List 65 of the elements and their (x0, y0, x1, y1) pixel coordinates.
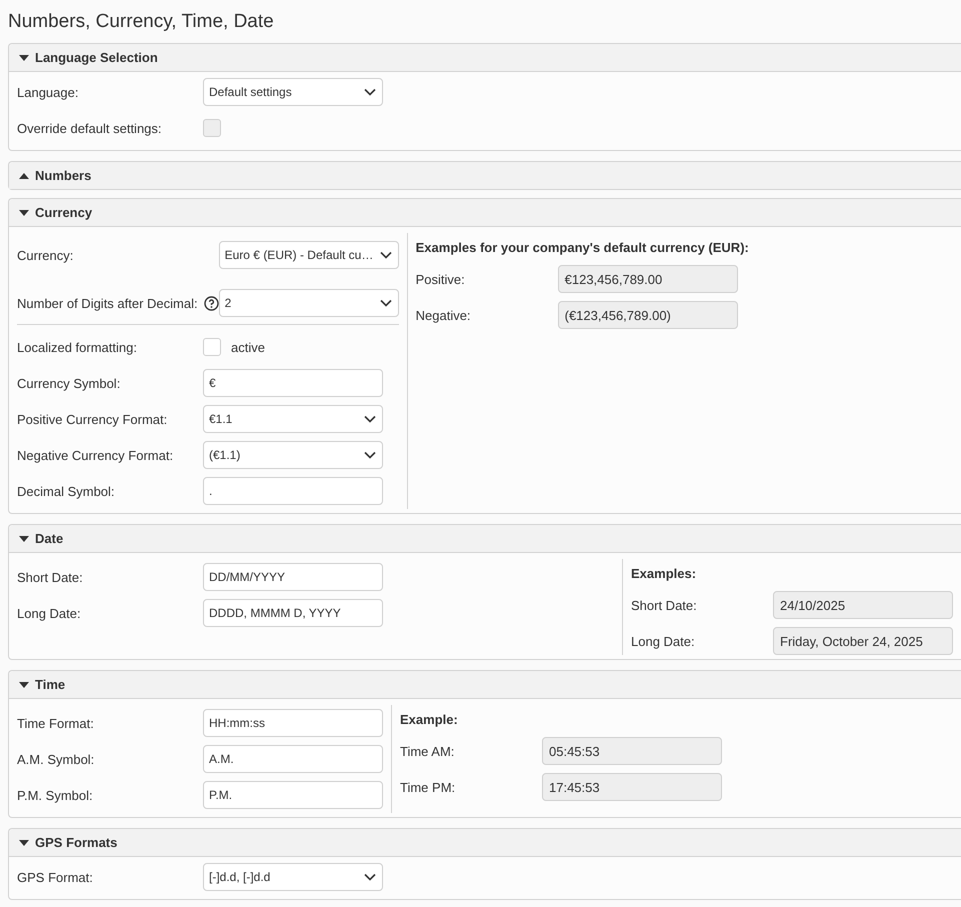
field-label: GPS Format: (17, 870, 93, 884)
readonly-field: Friday, October 24, 2025 (773, 627, 953, 655)
input-field[interactable]: € (203, 369, 383, 397)
input-field[interactable]: HH:mm:ss (203, 709, 383, 737)
field-label: Localized formatting: (17, 340, 137, 354)
input-field[interactable]: A.M. (203, 745, 383, 773)
chevron-down-icon (364, 88, 376, 96)
field-label: Positive Currency Format: (17, 412, 168, 426)
checkbox[interactable] (203, 338, 221, 356)
field-label: Negative Currency Format: (17, 448, 174, 462)
field-label: Decimal Symbol: (17, 484, 115, 498)
chevron-down-icon (364, 415, 376, 423)
readonly-field: (€123,456,789.00) (558, 301, 738, 329)
field-label: A.M. Symbol: (17, 752, 94, 766)
dropdown[interactable]: €1.1 (203, 405, 383, 433)
input-field[interactable]: DD/MM/YYYY (203, 563, 383, 591)
field-label: P.M. Symbol: (17, 788, 93, 802)
field-label: Short Date: (17, 570, 83, 584)
example-label: Time AM: (400, 744, 456, 758)
dropdown[interactable]: [-]d.d, [-]d.d (203, 863, 383, 891)
field-label: Language: (17, 84, 78, 100)
section-header[interactable]: GPS Formats (9, 829, 961, 857)
collapse-triangle-icon (19, 54, 29, 60)
readonly-field: €123,456,789.00 (558, 265, 738, 293)
examples-heading: Examples: (631, 566, 696, 580)
collapse-triangle-icon (19, 210, 29, 216)
chevron-down-icon (380, 299, 392, 307)
dropdown[interactable]: Euro € (EUR) - Default cu… (218, 241, 399, 269)
chevron-down-icon (364, 451, 376, 459)
field-label: Long Date: (17, 606, 81, 620)
example-label: Positive: (416, 272, 466, 286)
readonly-field: 05:45:53 (542, 737, 722, 765)
field-label: Currency: (17, 248, 74, 262)
checkbox-label: active (231, 340, 265, 354)
expand-triangle-icon (19, 172, 29, 178)
collapse-triangle-icon (19, 840, 29, 846)
collapse-triangle-icon (19, 682, 29, 688)
dropdown[interactable]: (€1.1) (203, 441, 383, 469)
input-field[interactable]: . (203, 477, 383, 505)
section-header[interactable]: Date (9, 525, 961, 553)
example-label: Short Date: (631, 598, 698, 612)
input-field[interactable]: P.M. (203, 781, 383, 809)
help-icon[interactable] (204, 296, 219, 310)
chevron-down-icon (364, 873, 376, 881)
input-field[interactable]: DDDD, MMMM D, YYYY (203, 599, 383, 627)
field-label: Currency Symbol: (17, 376, 120, 390)
example-label: Negative: (416, 308, 472, 322)
chevron-down-icon (380, 251, 392, 259)
field-label: Time Format: (17, 716, 94, 730)
readonly-field: 24/10/2025 (773, 591, 953, 619)
section-header[interactable]: Language Selection (9, 44, 961, 72)
field-label: Number of Digits after Decimal: (17, 296, 198, 310)
examples-heading: Example: (400, 712, 458, 726)
dropdown[interactable]: 2 (218, 289, 399, 317)
section-header[interactable]: Time (9, 671, 961, 699)
dropdown[interactable]: Default settings (203, 78, 383, 106)
section-header[interactable]: Numbers (9, 162, 961, 189)
examples-heading: Examples for your company's default currency (EUR): (416, 240, 749, 254)
readonly-field: 17:45:53 (542, 773, 722, 801)
field-label: Override default settings: (17, 120, 162, 136)
example-label: Long Date: (631, 634, 696, 648)
page-title: Numbers, Currency, Time, Date (8, 11, 275, 33)
section-header[interactable]: Currency (9, 199, 961, 227)
collapse-triangle-icon (19, 536, 29, 542)
example-label: Time PM: (400, 780, 456, 794)
